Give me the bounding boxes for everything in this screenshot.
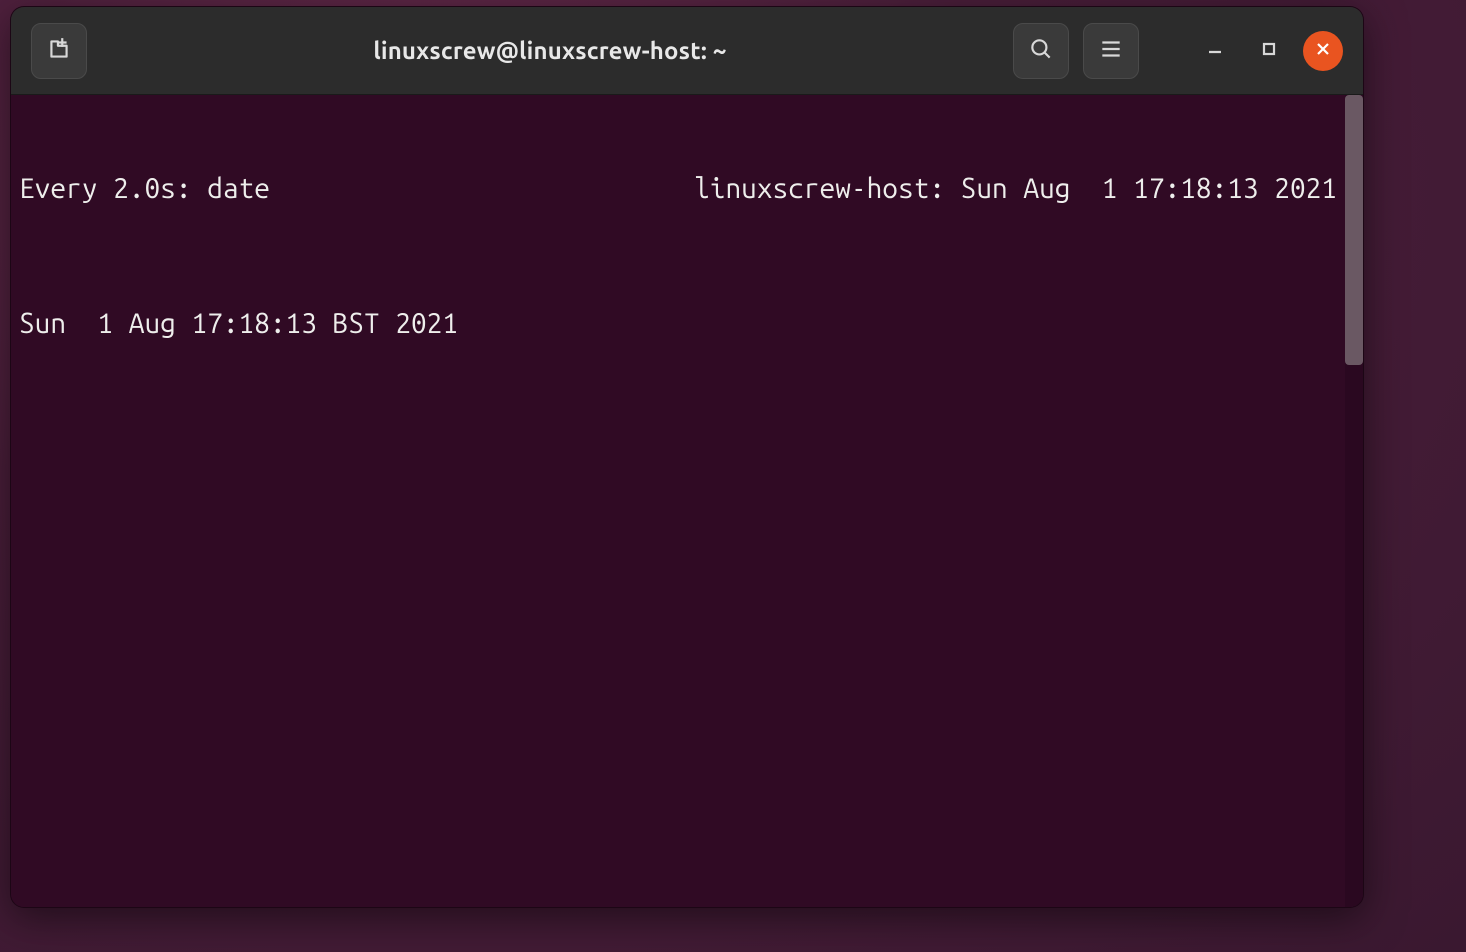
minimize-icon [1206, 40, 1224, 62]
watch-host-timestamp: linuxscrew-host: Sun Aug 1 17:18:13 2021 [694, 172, 1337, 206]
minimize-button[interactable] [1195, 31, 1235, 71]
titlebar-left-group [31, 23, 87, 79]
titlebar-right-group [1013, 23, 1343, 79]
terminal-content[interactable]: Every 2.0s: date linuxscrew-host: Sun Au… [11, 95, 1345, 907]
hamburger-icon [1098, 36, 1124, 66]
search-button[interactable] [1013, 23, 1069, 79]
scrollbar-thumb[interactable] [1345, 95, 1363, 365]
terminal-body[interactable]: Every 2.0s: date linuxscrew-host: Sun Au… [11, 95, 1363, 907]
titlebar-center: linuxscrew@linuxscrew-host: ~ [101, 37, 999, 64]
close-icon [1314, 40, 1332, 62]
terminal-window: linuxscrew@linuxscrew-host: ~ [10, 6, 1364, 908]
new-tab-icon [46, 36, 72, 66]
watch-header-line: Every 2.0s: date linuxscrew-host: Sun Au… [19, 172, 1337, 206]
maximize-button[interactable] [1249, 31, 1289, 71]
close-button[interactable] [1303, 31, 1343, 71]
titlebar[interactable]: linuxscrew@linuxscrew-host: ~ [11, 7, 1363, 95]
command-output: Sun 1 Aug 17:18:13 BST 2021 [19, 307, 1337, 341]
watch-interval-command: Every 2.0s: date [19, 172, 270, 206]
terminal-scrollbar[interactable] [1345, 95, 1363, 907]
maximize-icon [1260, 40, 1278, 62]
menu-button[interactable] [1083, 23, 1139, 79]
window-title: linuxscrew@linuxscrew-host: ~ [373, 37, 726, 64]
new-tab-button[interactable] [31, 23, 87, 79]
search-icon [1028, 36, 1054, 66]
